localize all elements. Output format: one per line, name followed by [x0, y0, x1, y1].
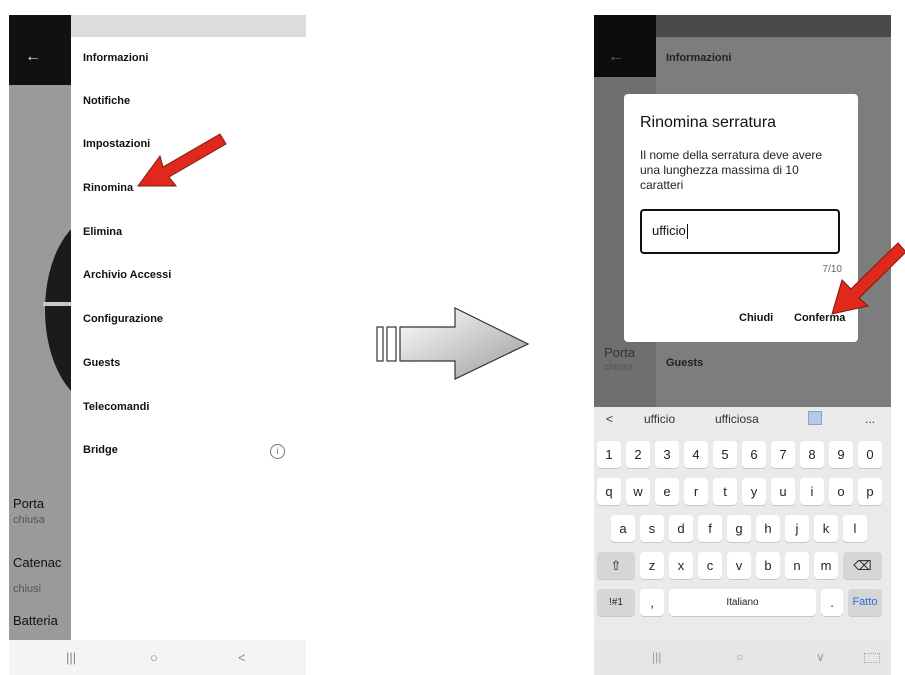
suggestion-2[interactable]: ufficiosa: [715, 412, 759, 426]
key-s[interactable]: s: [640, 515, 664, 542]
menu-item-configurazione[interactable]: Configurazione: [83, 313, 163, 325]
keyboard-settings-icon[interactable]: [808, 411, 822, 425]
porta-label-dimmed: Porta: [604, 345, 636, 360]
key-2[interactable]: 2: [626, 441, 650, 468]
symbols-key[interactable]: !#1: [597, 589, 635, 616]
menu-item-bridge[interactable]: Bridge: [83, 444, 118, 456]
menu-item-telecomandi[interactable]: Telecomandi: [83, 401, 149, 413]
key-h[interactable]: h: [756, 515, 780, 542]
key-o[interactable]: o: [829, 478, 853, 505]
key-i[interactable]: i: [800, 478, 824, 505]
suggestion-1[interactable]: ufficio: [644, 412, 675, 426]
annotation-arrow-icon: [831, 242, 905, 315]
key-v[interactable]: v: [727, 552, 751, 579]
porta-label: Porta: [13, 496, 45, 511]
key-j[interactable]: j: [785, 515, 809, 542]
key-f[interactable]: f: [698, 515, 722, 542]
close-button[interactable]: Chiudi: [739, 312, 773, 324]
key-4[interactable]: 4: [684, 441, 708, 468]
hide-keyboard-icon[interactable]: ∨: [816, 650, 825, 664]
drawer-header-dimmed: [656, 15, 891, 37]
menu-item-notifiche[interactable]: Notifiche: [83, 95, 130, 107]
key-g[interactable]: g: [727, 515, 751, 542]
key-n[interactable]: n: [785, 552, 809, 579]
home-icon[interactable]: ○: [736, 650, 743, 664]
suggestion-bar: < ufficio ufficiosa ...: [594, 407, 891, 431]
key-0[interactable]: 0: [858, 441, 882, 468]
comma-key[interactable]: ,: [640, 589, 664, 616]
drawer-header: [71, 15, 306, 37]
recents-icon[interactable]: |||: [66, 650, 76, 665]
lock-dial-handle: [43, 302, 73, 306]
left-phone-screen: ← Porta chiusa Catenac chiusi Batteria I…: [9, 15, 306, 675]
menu-item-informazioni-dimmed: Informazioni: [666, 52, 732, 64]
porta-status-dimmed: chiusa: [604, 362, 633, 373]
key-y[interactable]: y: [742, 478, 766, 505]
key-r[interactable]: r: [684, 478, 708, 505]
menu-item-elimina[interactable]: Elimina: [83, 226, 122, 238]
porta-status: chiusa: [13, 514, 45, 526]
space-key[interactable]: Italiano: [669, 589, 816, 616]
key-x[interactable]: x: [669, 552, 693, 579]
lock-name-input[interactable]: ufficio: [640, 209, 840, 254]
on-screen-keyboard: < ufficio ufficiosa ... 1 2 3 4 5 6 7 8 …: [594, 407, 891, 641]
more-options-icon[interactable]: ...: [865, 412, 875, 426]
dialog-message: Il nome della serratura deve avere una l…: [640, 148, 823, 192]
key-9[interactable]: 9: [829, 441, 853, 468]
key-3[interactable]: 3: [655, 441, 679, 468]
done-key[interactable]: Fatto: [848, 589, 882, 616]
menu-item-guests[interactable]: Guests: [83, 357, 120, 369]
key-u[interactable]: u: [771, 478, 795, 505]
top-bar: ←: [9, 15, 71, 85]
text-cursor: [686, 224, 688, 240]
navigation-bar: ||| ○ <: [9, 640, 306, 675]
top-bar-dimmed: ←: [594, 15, 656, 77]
key-e[interactable]: e: [655, 478, 679, 505]
side-menu: Informazioni Notifiche Impostazioni Rino…: [71, 15, 306, 640]
batteria-label: Batteria: [13, 613, 58, 628]
back-icon[interactable]: <: [238, 650, 246, 665]
transition-arrow-icon: [376, 307, 530, 380]
key-5[interactable]: 5: [713, 441, 737, 468]
right-phone-screen: ← Informazioni Guests Porta chiusa Rinom…: [594, 15, 891, 675]
menu-item-guests-dimmed: Guests: [666, 357, 704, 369]
key-b[interactable]: b: [756, 552, 780, 579]
home-icon[interactable]: ○: [150, 650, 158, 665]
menu-item-archivio-accessi[interactable]: Archivio Accessi: [83, 269, 171, 281]
key-6[interactable]: 6: [742, 441, 766, 468]
key-t[interactable]: t: [713, 478, 737, 505]
period-key[interactable]: .: [821, 589, 843, 616]
key-p[interactable]: p: [858, 478, 882, 505]
key-w[interactable]: w: [626, 478, 650, 505]
backspace-key-icon[interactable]: ⌫: [843, 552, 882, 579]
menu-item-rinomina[interactable]: Rinomina: [83, 182, 133, 194]
key-1[interactable]: 1: [597, 441, 621, 468]
back-arrow-icon: ←: [608, 48, 624, 65]
dialog-title: Rinomina serratura: [640, 114, 777, 131]
recents-icon[interactable]: |||: [652, 650, 661, 664]
rename-lock-dialog: Rinomina serratura Il nome della serratu…: [624, 94, 858, 342]
suggestion-back-icon[interactable]: <: [606, 412, 613, 426]
keyboard-icon[interactable]: [864, 653, 880, 663]
key-d[interactable]: d: [669, 515, 693, 542]
input-value: ufficio: [652, 223, 686, 238]
key-z[interactable]: z: [640, 552, 664, 579]
key-m[interactable]: m: [814, 552, 838, 579]
navigation-bar: ||| ○ ∨: [594, 641, 891, 675]
catenacci-status: chiusi: [13, 583, 42, 595]
catenacci-label: Catenac: [13, 555, 62, 570]
key-k[interactable]: k: [814, 515, 838, 542]
info-icon[interactable]: i: [270, 444, 285, 459]
annotation-arrow-icon: [137, 133, 227, 187]
key-a[interactable]: a: [611, 515, 635, 542]
key-q[interactable]: q: [597, 478, 621, 505]
key-8[interactable]: 8: [800, 441, 824, 468]
key-c[interactable]: c: [698, 552, 722, 579]
key-7[interactable]: 7: [771, 441, 795, 468]
back-arrow-icon[interactable]: ←: [25, 48, 41, 66]
key-l[interactable]: l: [843, 515, 867, 542]
menu-item-informazioni[interactable]: Informazioni: [83, 52, 148, 64]
shift-key-icon[interactable]: ⇧: [597, 552, 635, 579]
